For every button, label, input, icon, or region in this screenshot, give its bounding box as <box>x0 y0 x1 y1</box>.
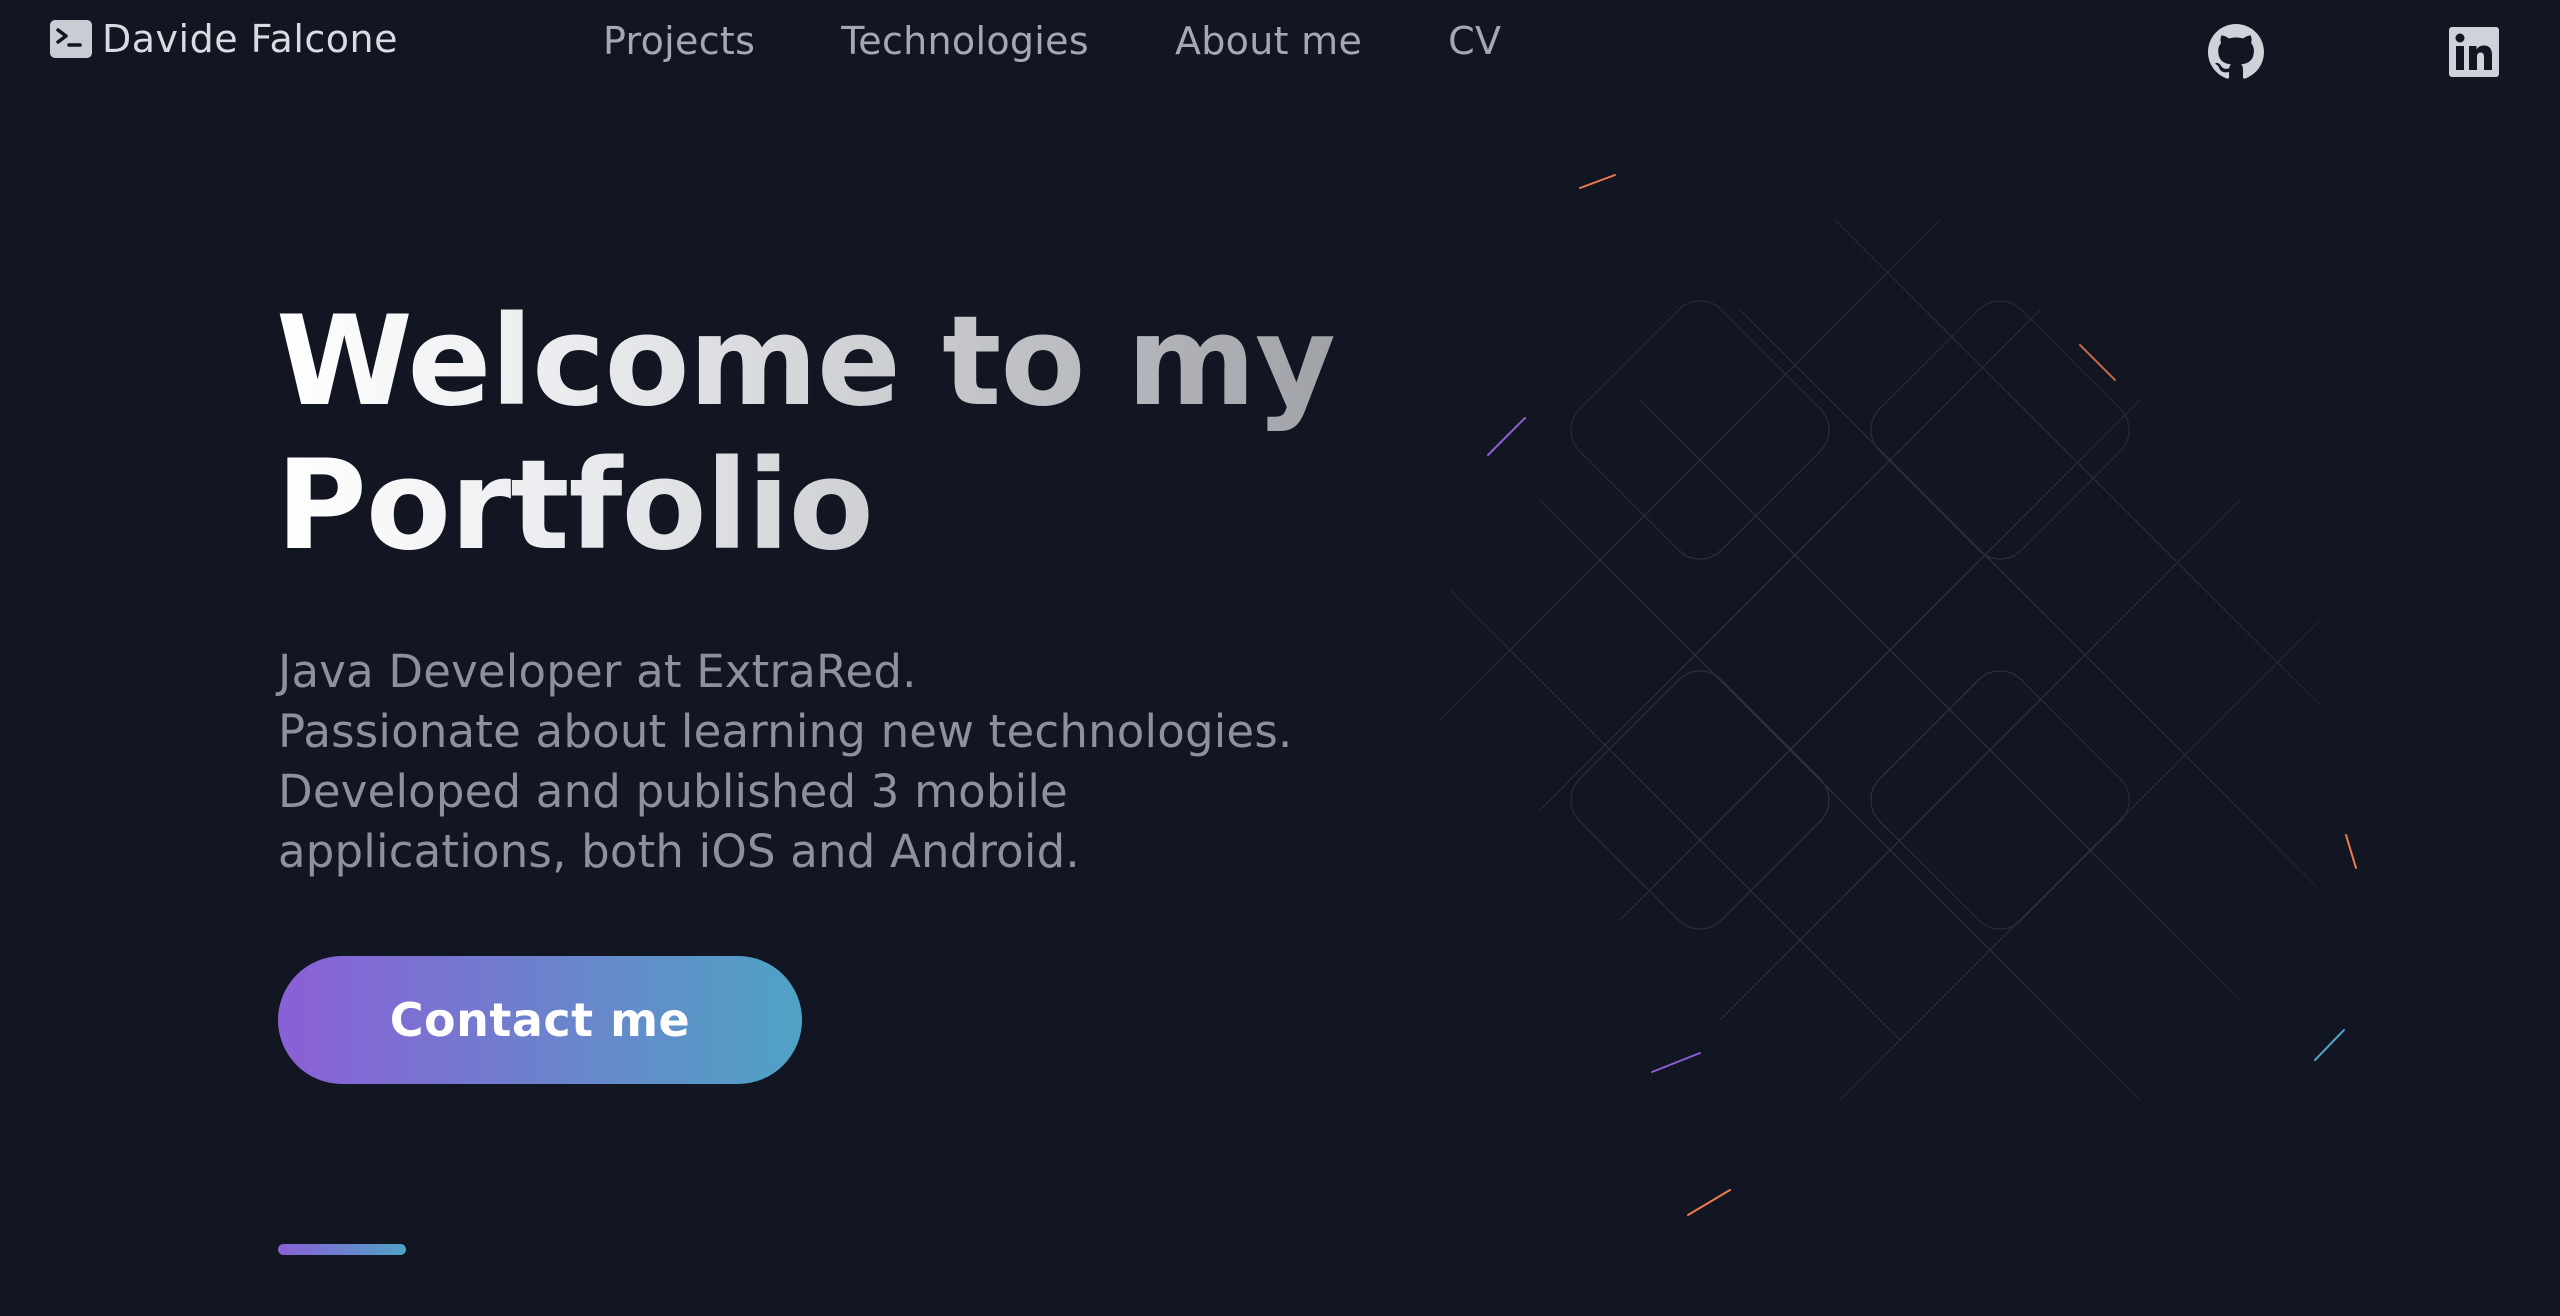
page: Davide Falcone Projects Technologies Abo… <box>0 0 2560 1316</box>
linkedin-icon <box>2449 27 2499 81</box>
nav-item-technologies[interactable]: Technologies <box>841 19 1089 63</box>
linkedin-link[interactable] <box>2446 26 2502 82</box>
hero-subtitle-line: Java Developer at ExtraRed. <box>278 645 917 698</box>
nav-item-cv[interactable]: CV <box>1448 19 1501 63</box>
hero-title-line-2: Portfolio <box>276 434 873 578</box>
nav-item-about-me[interactable]: About me <box>1175 19 1362 63</box>
hero-subtitle: Java Developer at ExtraRed. Passionate a… <box>278 642 1398 882</box>
decorative-grid-graphic <box>1439 174 2357 1216</box>
brand-name: Davide Falcone <box>102 17 398 61</box>
hero-title-line-1: Welcome to my <box>276 290 1335 434</box>
contact-me-button[interactable]: Contact me <box>278 956 802 1084</box>
main-nav: Projects Technologies About me CV <box>603 14 1501 68</box>
github-icon <box>2208 24 2264 84</box>
brand-logo[interactable]: Davide Falcone <box>50 14 398 64</box>
hero-subtitle-line: Developed and published 3 mobile <box>278 765 1068 818</box>
scroll-indicator <box>278 1244 406 1255</box>
nav-item-projects[interactable]: Projects <box>603 19 755 63</box>
github-link[interactable] <box>2208 24 2264 84</box>
hero-title: Welcome to my Portfolio <box>276 290 1376 578</box>
terminal-icon <box>50 20 92 58</box>
hero-subtitle-line: applications, both iOS and Android. <box>278 825 1080 878</box>
hero-subtitle-line: Passionate about learning new technologi… <box>278 705 1293 758</box>
